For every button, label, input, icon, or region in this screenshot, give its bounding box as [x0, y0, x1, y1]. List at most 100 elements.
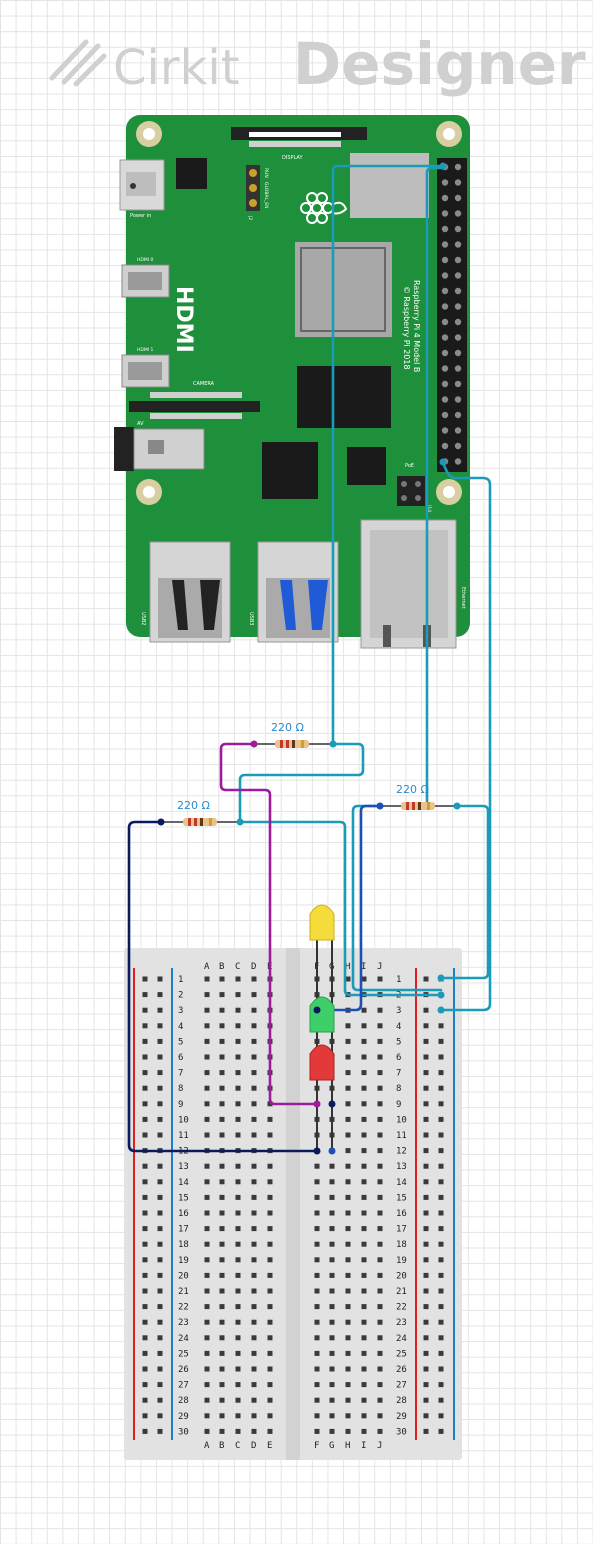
- breadboard-hole[interactable]: [157, 1038, 163, 1044]
- breadboard-hole[interactable]: [142, 1007, 148, 1013]
- breadboard-hole[interactable]: [377, 1382, 383, 1388]
- breadboard-hole[interactable]: [157, 1288, 163, 1294]
- breadboard-hole[interactable]: [235, 1101, 241, 1107]
- breadboard-hole[interactable]: [204, 1038, 210, 1044]
- breadboard-hole[interactable]: [361, 1163, 367, 1169]
- breadboard-hole[interactable]: [142, 1413, 148, 1419]
- breadboard-hole[interactable]: [361, 1350, 367, 1356]
- breadboard-hole[interactable]: [423, 1210, 429, 1216]
- breadboard-hole[interactable]: [377, 1413, 383, 1419]
- breadboard-hole[interactable]: [235, 976, 241, 982]
- wire-teal-r1-loop[interactable]: [238, 742, 365, 824]
- breadboard-hole[interactable]: [377, 1257, 383, 1263]
- gpio-pin[interactable]: [454, 241, 462, 248]
- breadboard-hole[interactable]: [204, 1335, 210, 1341]
- breadboard-hole[interactable]: [235, 1210, 241, 1216]
- breadboard-hole[interactable]: [219, 1350, 225, 1356]
- breadboard-hole[interactable]: [267, 1350, 273, 1356]
- breadboard-hole[interactable]: [157, 1241, 163, 1247]
- breadboard-hole[interactable]: [251, 1428, 257, 1434]
- breadboard-hole[interactable]: [267, 1272, 273, 1278]
- gpio-pin[interactable]: [454, 194, 462, 202]
- breadboard-hole[interactable]: [423, 1148, 429, 1154]
- breadboard-hole[interactable]: [329, 1382, 335, 1388]
- resistor-r1[interactable]: 220 Ω: [250, 721, 337, 748]
- breadboard-hole[interactable]: [204, 1210, 210, 1216]
- breadboard-hole[interactable]: [235, 1413, 241, 1419]
- breadboard-hole[interactable]: [345, 1163, 351, 1169]
- breadboard-hole[interactable]: [267, 1226, 273, 1232]
- breadboard-hole[interactable]: [377, 1210, 383, 1216]
- breadboard-hole[interactable]: [251, 1257, 257, 1263]
- breadboard-hole[interactable]: [345, 1132, 351, 1138]
- breadboard-hole[interactable]: [235, 1085, 241, 1091]
- breadboard-hole[interactable]: [361, 1116, 367, 1122]
- breadboard-hole[interactable]: [361, 1335, 367, 1341]
- breadboard-hole[interactable]: [142, 1085, 148, 1091]
- breadboard-hole[interactable]: [314, 1241, 320, 1247]
- breadboard-hole[interactable]: [377, 1085, 383, 1091]
- breadboard-hole[interactable]: [219, 1272, 225, 1278]
- breadboard-hole[interactable]: [235, 1194, 241, 1200]
- breadboard-hole[interactable]: [361, 1023, 367, 1029]
- breadboard-hole[interactable]: [235, 1272, 241, 1278]
- gpio-pin[interactable]: [441, 241, 449, 248]
- breadboard-hole[interactable]: [423, 1007, 429, 1013]
- breadboard-hole[interactable]: [235, 1241, 241, 1247]
- gpio-pin[interactable]: [454, 163, 462, 171]
- breadboard-hole[interactable]: [361, 1397, 367, 1403]
- gpio-pin[interactable]: [441, 179, 449, 186]
- gpio-pin[interactable]: [441, 256, 449, 264]
- breadboard-hole[interactable]: [142, 1335, 148, 1341]
- breadboard-hole[interactable]: [157, 1210, 163, 1216]
- breadboard-hole[interactable]: [251, 1226, 257, 1232]
- breadboard-hole[interactable]: [142, 1194, 148, 1200]
- breadboard-hole[interactable]: [142, 1132, 148, 1138]
- breadboard-hole[interactable]: [219, 1413, 225, 1419]
- gpio-pin[interactable]: [454, 427, 462, 434]
- breadboard-hole[interactable]: [361, 1101, 367, 1107]
- breadboard-hole[interactable]: [423, 1070, 429, 1076]
- breadboard-hole[interactable]: [329, 1241, 335, 1247]
- breadboard-hole[interactable]: [345, 1397, 351, 1403]
- breadboard-hole[interactable]: [423, 1194, 429, 1200]
- breadboard-hole[interactable]: [157, 1085, 163, 1091]
- breadboard-hole[interactable]: [204, 1272, 210, 1278]
- breadboard-hole[interactable]: [361, 1194, 367, 1200]
- breadboard-hole[interactable]: [251, 1397, 257, 1403]
- breadboard-hole[interactable]: [204, 1382, 210, 1388]
- breadboard-hole[interactable]: [219, 1335, 225, 1341]
- gpio-pin[interactable]: [441, 380, 449, 388]
- breadboard-hole[interactable]: [219, 1085, 225, 1091]
- breadboard-hole[interactable]: [204, 1413, 210, 1419]
- breadboard-hole[interactable]: [345, 1428, 351, 1434]
- breadboard-hole[interactable]: [314, 1413, 320, 1419]
- breadboard-hole[interactable]: [361, 1257, 367, 1263]
- breadboard-hole[interactable]: [204, 1101, 210, 1107]
- breadboard-hole[interactable]: [204, 1304, 210, 1310]
- breadboard-hole[interactable]: [204, 1132, 210, 1138]
- breadboard-hole[interactable]: [251, 1335, 257, 1341]
- breadboard-hole[interactable]: [361, 1132, 367, 1138]
- breadboard-hole[interactable]: [142, 1304, 148, 1310]
- breadboard-hole[interactable]: [377, 1397, 383, 1403]
- breadboard-hole[interactable]: [251, 992, 257, 998]
- breadboard-hole[interactable]: [438, 1335, 444, 1341]
- breadboard-hole[interactable]: [345, 1148, 351, 1154]
- breadboard-hole[interactable]: [219, 1054, 225, 1060]
- breadboard-hole[interactable]: [377, 1366, 383, 1372]
- breadboard-hole[interactable]: [142, 1179, 148, 1185]
- breadboard-hole[interactable]: [157, 1319, 163, 1325]
- gpio-pin[interactable]: [441, 427, 449, 434]
- breadboard-hole[interactable]: [142, 1319, 148, 1325]
- breadboard-hole[interactable]: [157, 1350, 163, 1356]
- breadboard-hole[interactable]: [438, 1148, 444, 1154]
- breadboard-hole[interactable]: [157, 1194, 163, 1200]
- breadboard-hole[interactable]: [377, 1054, 383, 1060]
- breadboard-hole[interactable]: [204, 1226, 210, 1232]
- breadboard-hole[interactable]: [219, 992, 225, 998]
- breadboard-hole[interactable]: [314, 1382, 320, 1388]
- breadboard-hole[interactable]: [329, 1257, 335, 1263]
- gpio-pin[interactable]: [454, 380, 462, 388]
- breadboard-hole[interactable]: [251, 1241, 257, 1247]
